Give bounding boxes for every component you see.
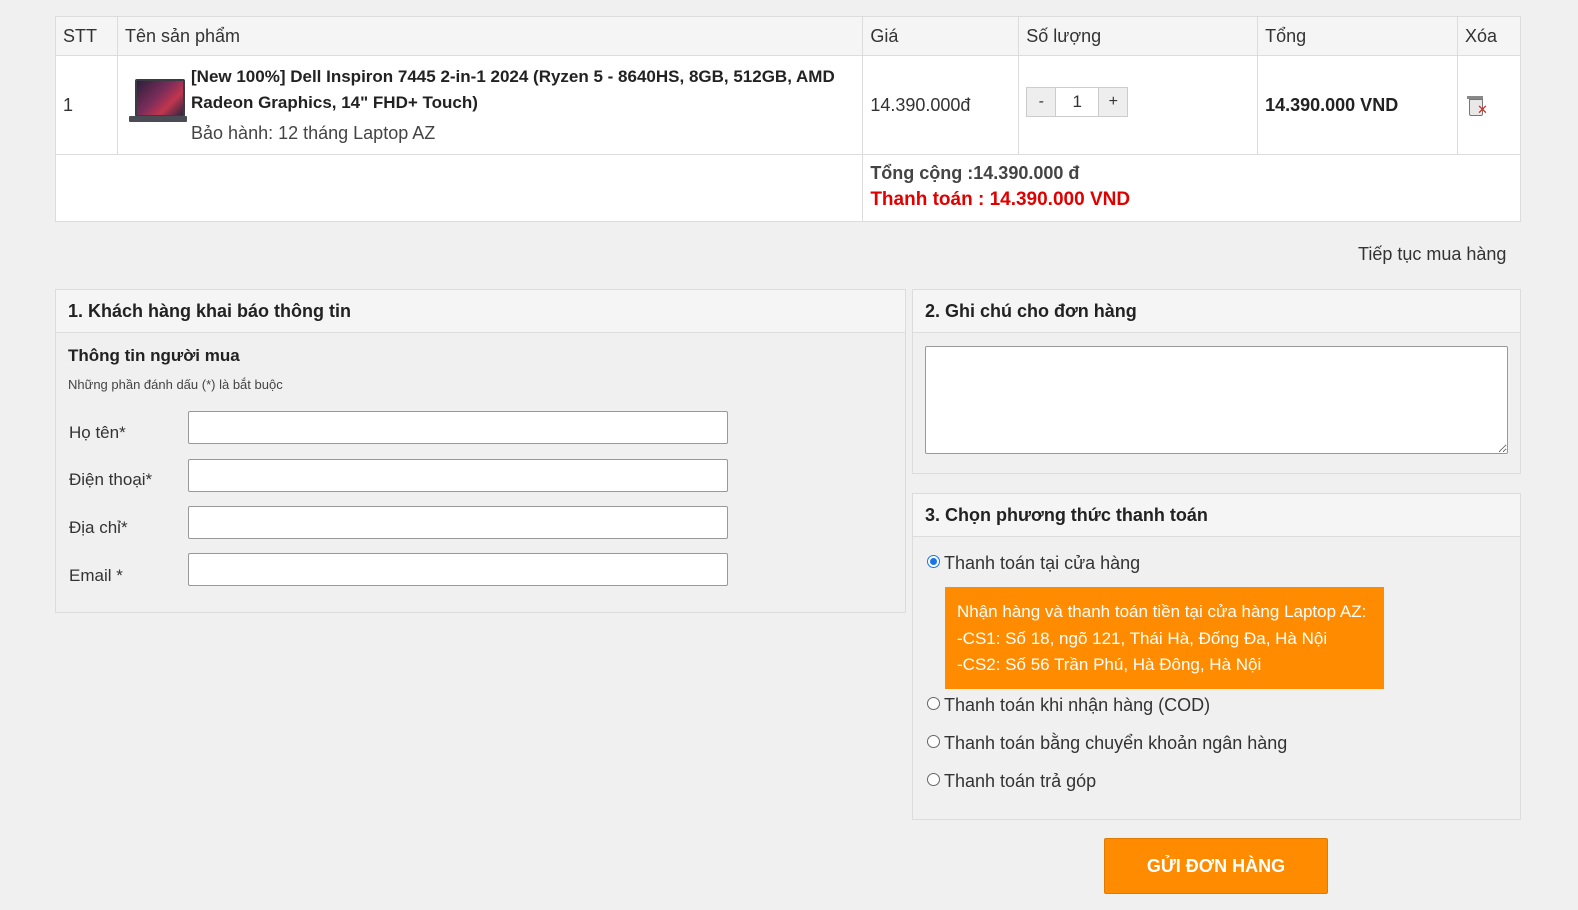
customer-info-panel: 1. Khách hàng khai báo thông tin Thông t… [55,289,906,613]
payment-option-label: Thanh toán tại cửa hàng [944,553,1141,573]
name-field[interactable] [188,411,728,444]
qty-increase-button[interactable]: + [1098,87,1129,117]
radio-store[interactable] [927,555,940,568]
payment-option-label: Thanh toán trả góp [944,771,1097,791]
cart-table: STT Tên sản phẩm Giá Số lượng Tổng Xóa 1… [54,16,1522,222]
payment-option-installment[interactable]: Thanh toán trả góp [927,771,1096,792]
product-name-link[interactable]: [New 100%] Dell Inspiron 7445 2-in-1 202… [191,64,855,116]
col-header-total: Tổng [1257,16,1458,56]
item-line-total: 14.390.000 VND [1257,55,1458,155]
store-info-line: -CS1: Số 18, ngõ 121, Thái Hà, Đống Đa, … [957,628,1328,648]
col-header-name: Tên sản phẩm [116,16,864,56]
payment-option-cod[interactable]: Thanh toán khi nhận hàng (COD) [927,695,1210,716]
product-thumbnail[interactable] [128,79,187,131]
col-header-stt: STT [55,16,118,56]
order-note-panel: 2. Ghi chú cho đơn hàng [912,289,1521,474]
phone-label: Điện thoại* [69,470,153,489]
item-price: 14.390.000đ [862,55,1020,155]
item-qty-cell: - 1 + [1018,55,1259,155]
phone-field[interactable] [188,459,728,492]
qty-decrease-button[interactable]: - [1026,87,1057,117]
store-info-box: Nhận hàng và thanh toán tiền tại cửa hàn… [945,587,1384,689]
radio-bank-transfer[interactable] [927,735,940,748]
cart-subtotal: Tổng cộng :14.390.000 đ [870,163,1080,183]
quantity-stepper: - 1 + [1026,87,1250,117]
col-header-qty: Số lượng [1018,16,1259,56]
address-label: Địa chỉ* [69,518,128,537]
required-fields-note: Những phần đánh dấu (*) là bắt buộc [68,377,283,392]
order-note-textarea[interactable] [925,346,1508,454]
payment-option-store[interactable]: Thanh toán tại cửa hàng [927,553,1140,574]
qty-input[interactable]: 1 [1056,87,1099,117]
item-stt: 1 [55,55,118,155]
payment-option-label: Thanh toán khi nhận hàng (COD) [944,695,1211,715]
col-header-delete: Xóa [1456,16,1522,56]
store-info-line: Nhận hàng và thanh toán tiền tại cửa hàn… [957,602,1367,621]
item-delete-cell: ✕ [1456,55,1522,155]
order-note-heading: 2. Ghi chú cho đơn hàng [913,290,1520,333]
buyer-info-title: Thông tin người mua [68,346,240,365]
trash-icon[interactable]: ✕ [1466,94,1488,116]
payment-method-panel: 3. Chọn phương thức thanh toán Thanh toá… [912,493,1521,820]
store-info-line: -CS2: Số 56 Trần Phú, Hà Đông, Hà Nội [957,655,1262,674]
payment-option-label: Thanh toán bằng chuyển khoản ngân hàng [944,733,1288,753]
product-warranty: Bảo hành: 12 tháng Laptop AZ [191,123,436,143]
continue-shopping-link[interactable]: Tiếp tục mua hàng [1358,244,1506,265]
cart-summary: Tổng cộng :14.390.000 đ Thanh toán : 14.… [862,154,1521,222]
email-field[interactable] [188,553,728,586]
name-label: Họ tên* [69,423,126,442]
submit-order-button[interactable]: GỬI ĐƠN HÀNG [1104,838,1328,894]
email-label: Email * [69,566,123,585]
radio-installment[interactable] [927,773,940,786]
radio-cod[interactable] [927,697,940,710]
customer-info-heading: 1. Khách hàng khai báo thông tin [56,290,905,333]
payment-method-heading: 3. Chọn phương thức thanh toán [913,494,1520,537]
cart-summary-row: Tổng cộng :14.390.000 đ Thanh toán : 14.… [54,154,1521,222]
col-header-price: Giá [862,16,1020,56]
cart-header-row: STT Tên sản phẩm Giá Số lượng Tổng Xóa [55,16,1522,56]
table-row: 1 [New 100%] Dell Inspiron 7445 2-in-1 2… [55,55,1522,155]
payment-option-bank-transfer[interactable]: Thanh toán bằng chuyển khoản ngân hàng [927,733,1287,754]
item-product-cell: [New 100%] Dell Inspiron 7445 2-in-1 202… [116,55,864,155]
address-field[interactable] [188,506,728,539]
cart-payable-total: Thanh toán : 14.390.000 VND [870,189,1131,210]
